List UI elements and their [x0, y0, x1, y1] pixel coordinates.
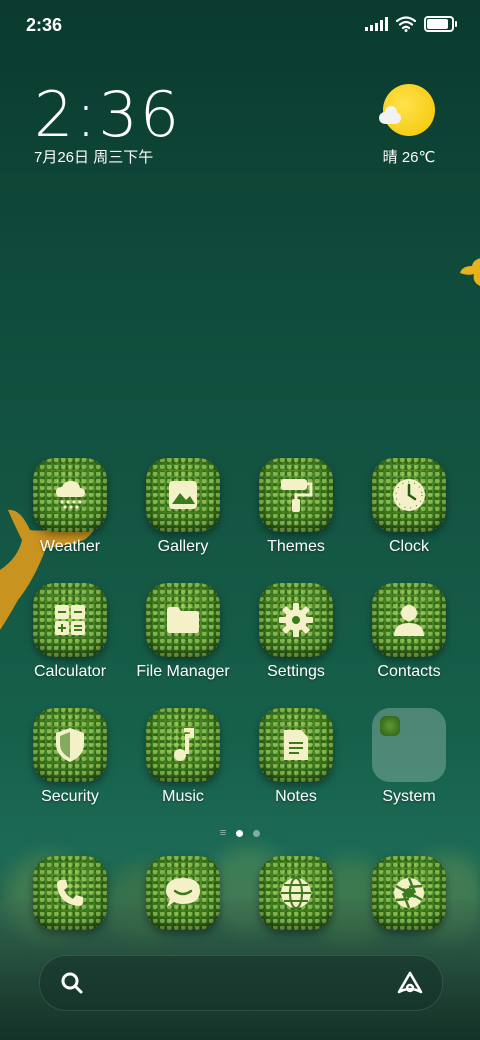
weather-widget[interactable]: 晴 26℃ — [374, 84, 444, 167]
app-label: Settings — [267, 663, 325, 680]
app-label: Calculator — [33, 663, 107, 680]
themes-icon — [259, 458, 333, 532]
app-label: Music — [162, 788, 204, 805]
weather-icon — [33, 458, 107, 532]
clock-icon — [372, 458, 446, 532]
app-label: File Manager — [136, 663, 230, 680]
camera-icon — [372, 856, 446, 930]
folder-icon — [146, 583, 220, 657]
page-dot-2 — [253, 830, 261, 837]
clock-widget-time[interactable]: 2:36 — [34, 78, 181, 151]
app-gallery[interactable]: Gallery — [128, 458, 238, 556]
antler-decoration-icon — [460, 258, 480, 286]
weather-summary: 晴 26℃ — [374, 146, 444, 167]
app-file-manager[interactable]: File Manager — [128, 583, 238, 681]
weather-condition: 晴 — [382, 149, 398, 166]
app-settings[interactable]: Settings — [241, 583, 351, 681]
dock-messages[interactable] — [128, 856, 238, 930]
folder-group-icon — [372, 708, 446, 782]
app-notes[interactable]: Notes — [241, 708, 351, 806]
gear-icon — [259, 583, 333, 657]
app-label: Themes — [267, 538, 325, 555]
app-label: Gallery — [157, 538, 209, 555]
app-themes[interactable]: Themes — [241, 458, 351, 556]
app-calculator[interactable]: Calculator — [15, 583, 125, 681]
sun-cloud-icon — [379, 84, 435, 136]
dock-browser[interactable] — [241, 856, 351, 930]
music-icon — [146, 708, 220, 782]
search-icon — [61, 972, 83, 994]
app-label: Contacts — [377, 663, 441, 680]
app-weather[interactable]: Weather — [15, 458, 125, 556]
app-label: System — [382, 788, 436, 805]
status-icons — [365, 16, 457, 32]
app-label: Notes — [275, 788, 317, 805]
app-label: Weather — [39, 538, 101, 555]
browser-icon — [259, 856, 333, 930]
app-security[interactable]: Security — [15, 708, 125, 806]
assistant-icon[interactable] — [396, 970, 424, 996]
page-list-icon: ≡ — [219, 827, 227, 839]
app-music[interactable]: Music — [128, 708, 238, 806]
notes-icon — [259, 708, 333, 782]
app-label: Clock — [388, 538, 429, 555]
phone-icon — [33, 856, 107, 930]
battery-icon — [424, 16, 457, 32]
app-system[interactable]: System — [354, 708, 464, 806]
weather-temperature: 26℃ — [401, 149, 436, 166]
signal-icon — [365, 17, 388, 31]
page-indicator[interactable]: ≡ — [0, 827, 480, 839]
app-contacts[interactable]: Contacts — [354, 583, 464, 681]
wifi-icon — [396, 16, 416, 32]
gallery-icon — [146, 458, 220, 532]
dock-camera[interactable] — [354, 856, 464, 930]
search-bar[interactable] — [39, 955, 443, 1011]
page-dot-1 — [236, 830, 244, 837]
status-time: 2:36 — [26, 15, 63, 35]
contacts-icon — [372, 583, 446, 657]
dock-phone[interactable] — [15, 856, 125, 930]
shield-icon — [33, 708, 107, 782]
status-bar: 2:36 — [0, 0, 480, 50]
clock-widget-date[interactable]: 7月26日 周三下午 — [34, 146, 153, 167]
app-label: Security — [41, 788, 99, 805]
calculator-icon — [33, 583, 107, 657]
app-clock[interactable]: Clock — [354, 458, 464, 556]
messages-icon — [146, 856, 220, 930]
